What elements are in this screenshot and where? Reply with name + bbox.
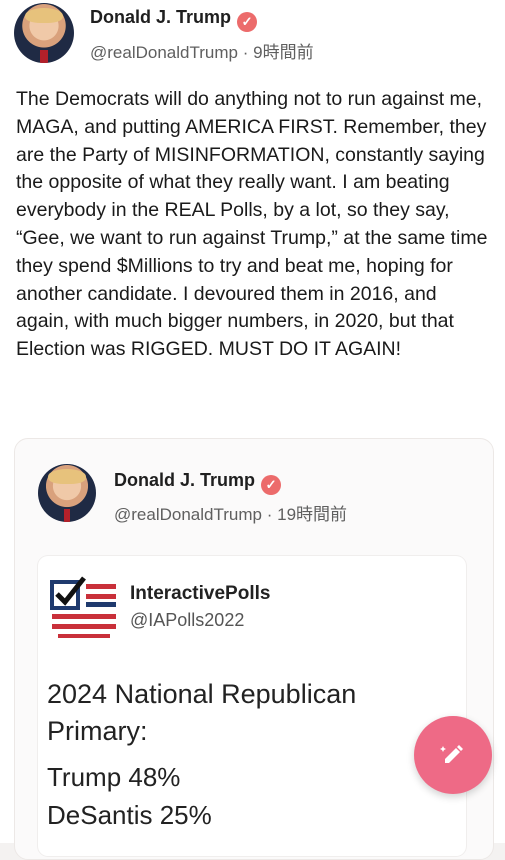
compose-pencil-icon	[440, 745, 463, 763]
poll-result-row: DeSantis 25%	[47, 800, 212, 830]
interactive-polls-logo-icon	[50, 576, 116, 638]
quoted-author-name[interactable]: Donald J. Trump	[114, 470, 255, 490]
author-handle[interactable]: @realDonaldTrump	[90, 43, 238, 62]
post-card: Donald J. Trump ✓ @realDonaldTrump · 9時間前…	[0, 0, 505, 860]
embedded-account-handle: @IAPolls2022	[130, 610, 245, 630]
separator: ·	[242, 43, 249, 62]
author-avatar[interactable]	[14, 3, 74, 63]
poll-result-row: Trump 48%	[47, 762, 181, 792]
compose-button[interactable]	[414, 716, 492, 794]
author-handle-row: @realDonaldTrump · 9時間前	[90, 38, 314, 63]
author-name[interactable]: Donald J. Trump	[90, 7, 231, 27]
quoted-author-avatar[interactable]	[38, 464, 96, 522]
quoted-author-name-row[interactable]: Donald J. Trump ✓	[114, 470, 282, 495]
author-name-row[interactable]: Donald J. Trump ✓	[90, 7, 258, 32]
post-time[interactable]: 9時間前	[253, 43, 313, 62]
poll-title: 2024 National Republican Primary:	[47, 679, 357, 746]
quoted-post-time[interactable]: 19時間前	[277, 505, 347, 524]
post-text: The Democrats will do anything not to ru…	[16, 88, 488, 361]
quoted-author-handle[interactable]: @realDonaldTrump	[114, 505, 262, 524]
separator: ·	[266, 505, 273, 524]
quoted-author-handle-row: @realDonaldTrump · 19時間前	[114, 500, 347, 525]
embedded-account-name: InteractivePolls	[130, 583, 271, 604]
verified-badge-icon: ✓	[261, 475, 282, 495]
verified-badge-icon: ✓	[237, 12, 258, 32]
